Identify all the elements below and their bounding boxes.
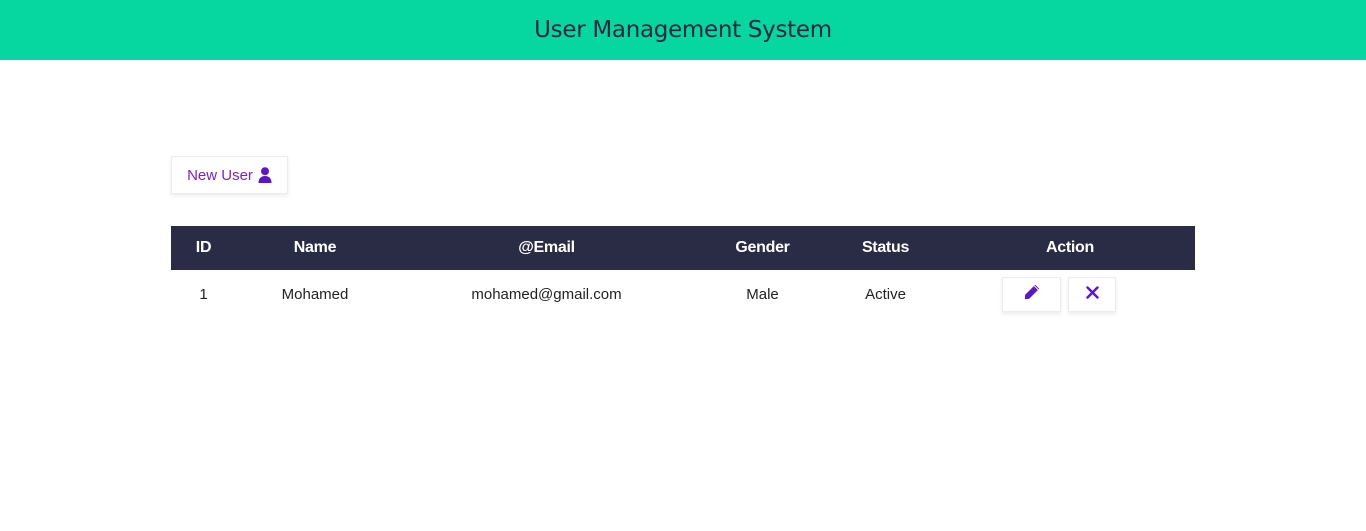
- page-title: User Management System: [534, 17, 832, 43]
- new-user-label: New User: [187, 166, 253, 184]
- column-header-gender: Gender: [735, 239, 790, 256]
- cell-name: Mohamed: [281, 285, 349, 303]
- row-actions: [923, 276, 1195, 312]
- delete-user-button[interactable]: [1068, 276, 1116, 312]
- column-header-name: Name: [293, 239, 337, 256]
- cell-email: mohamed@gmail.com: [471, 285, 622, 303]
- edit-user-button[interactable]: [1002, 276, 1061, 312]
- column-header-status: Status: [861, 239, 910, 256]
- cell-id: 1: [199, 285, 208, 303]
- column-header-action: Action: [1046, 239, 1094, 256]
- column-header-email: @Email: [518, 239, 575, 256]
- close-icon: [1085, 285, 1099, 303]
- cell-gender: Male: [746, 285, 779, 303]
- user-icon: [258, 167, 272, 183]
- cell-action: [945, 270, 1195, 318]
- pencil-icon: [1023, 283, 1041, 305]
- app-header: User Management System: [0, 0, 1366, 60]
- users-table: ID Name @Email Gender Status Action 1 Mo…: [171, 226, 1195, 318]
- column-header-id: ID: [195, 239, 212, 256]
- table-header-row: ID Name @Email Gender Status Action: [171, 226, 1195, 270]
- table-row: 1 Mohamed mohamed@gmail.com Male Active: [171, 270, 1195, 318]
- new-user-button[interactable]: New User: [171, 156, 288, 194]
